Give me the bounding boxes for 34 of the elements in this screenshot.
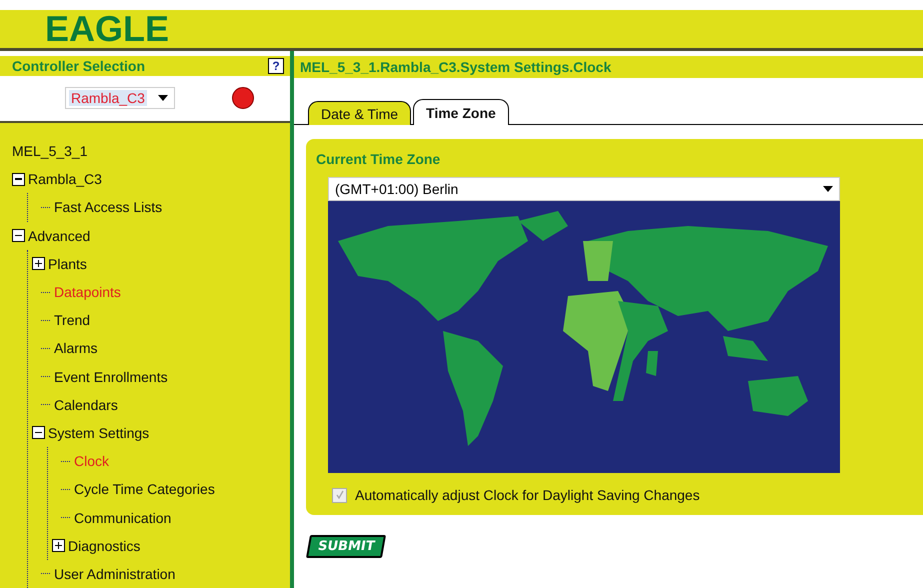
tree-item[interactable]: Calendars xyxy=(54,396,118,413)
tab[interactable]: Time Zone xyxy=(413,99,509,125)
app-logo: EAGLE xyxy=(45,11,170,47)
collapse-icon[interactable] xyxy=(12,229,25,242)
tree-item[interactable]: User Administration xyxy=(54,566,176,582)
tree-item[interactable]: Alarms xyxy=(54,340,98,356)
controller-dropdown[interactable]: Rambla_C3 xyxy=(65,87,175,110)
tree-item[interactable]: Advanced xyxy=(28,228,90,244)
collapse-icon[interactable] xyxy=(32,426,45,440)
expand-icon[interactable] xyxy=(32,257,45,270)
caret-icon xyxy=(823,186,833,192)
tree-item[interactable]: System Settings xyxy=(48,424,150,441)
tree-item[interactable]: Diagnostics xyxy=(68,538,140,554)
tree-item[interactable]: Rambla_C3 xyxy=(28,171,102,188)
section-title: Current Time Zone xyxy=(316,151,442,167)
caret-icon xyxy=(158,95,168,102)
checkbox-label: Automatically adjust Clock for Daylight Saving Changes xyxy=(355,487,700,503)
status-icon xyxy=(232,87,254,110)
tree-root[interactable]: MEL_5_3_1 xyxy=(12,143,88,160)
breadcrumb: MEL_5_3_1.Rambla_C3.System Settings.Clock xyxy=(300,59,612,75)
tree-item[interactable]: Communication xyxy=(74,510,172,526)
expand-icon[interactable] xyxy=(52,539,65,552)
tree-item[interactable]: Plants xyxy=(48,256,87,272)
tree-item[interactable]: Fast Access Lists xyxy=(54,199,162,216)
collapse-icon[interactable] xyxy=(12,172,25,186)
tree-item[interactable]: Event Enrollments xyxy=(54,368,168,385)
panel-title: Controller Selection xyxy=(12,58,146,74)
tab[interactable]: Date & Time xyxy=(308,101,412,125)
time-zone-dropdown[interactable]: (GMT+01:00) Berlin xyxy=(328,177,840,201)
tree-item[interactable]: Trend xyxy=(54,312,90,328)
submit-button[interactable]: SUBMIT xyxy=(306,535,386,558)
help-button[interactable]: ? xyxy=(268,58,284,74)
tree-item[interactable]: Cycle Time Categories xyxy=(74,481,215,498)
check-icon xyxy=(334,490,344,500)
